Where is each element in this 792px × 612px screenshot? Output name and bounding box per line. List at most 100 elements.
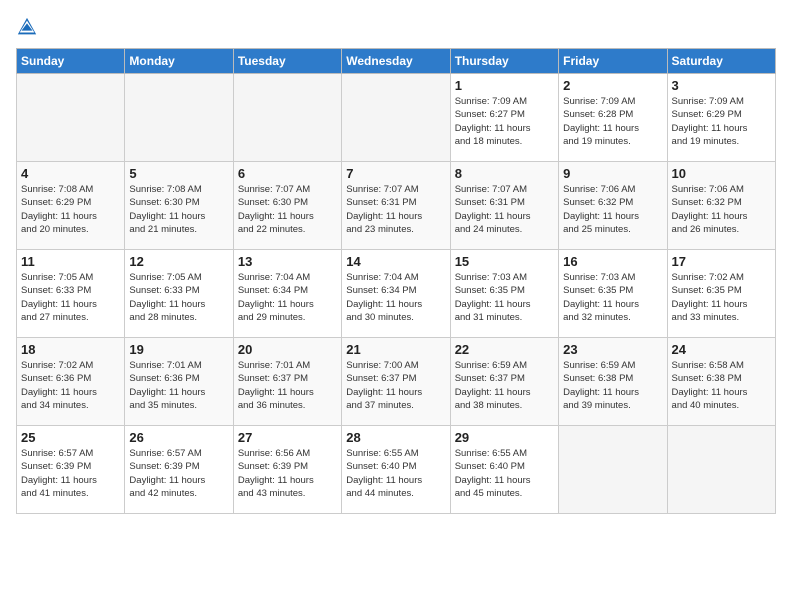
day-number: 9 [563,166,662,181]
col-header-sunday: Sunday [17,49,125,74]
calendar-cell: 27Sunrise: 6:56 AM Sunset: 6:39 PM Dayli… [233,426,341,514]
page-header [16,16,776,38]
col-header-friday: Friday [559,49,667,74]
calendar-cell: 13Sunrise: 7:04 AM Sunset: 6:34 PM Dayli… [233,250,341,338]
day-number: 2 [563,78,662,93]
day-number: 29 [455,430,554,445]
calendar-table: SundayMondayTuesdayWednesdayThursdayFrid… [16,48,776,514]
calendar-cell: 23 Sunrise: 6:59 AM Sunset: 6:38 PM Dayli… [559,338,667,426]
day-info: Sunrise: 6:57 AM Sunset: 6:39 PM Dayligh… [21,447,120,500]
calendar-cell: 28 Sunrise: 6:55 AM Sunset: 6:40 PM Dayli… [342,426,450,514]
day-number: 24 [672,342,771,357]
day-number: 12 [129,254,228,269]
day-number: 11 [21,254,120,269]
calendar-cell [125,74,233,162]
calendar-cell: 14 Sunrise: 7:04 AM Sunset: 6:34 PM Dayli… [342,250,450,338]
col-header-tuesday: Tuesday [233,49,341,74]
calendar-cell: 10Sunrise: 7:06 AM Sunset: 6:32 PM Dayli… [667,162,775,250]
calendar-cell: 11 Sunrise: 7:05 AM Sunset: 6:33 PM Dayli… [17,250,125,338]
day-info: Sunrise: 7:05 AM Sunset: 6:33 PM Dayligh… [129,271,228,324]
col-header-saturday: Saturday [667,49,775,74]
day-number: 3 [672,78,771,93]
calendar-cell: 12 Sunrise: 7:05 AM Sunset: 6:33 PM Dayli… [125,250,233,338]
calendar-cell [667,426,775,514]
day-number: 19 [129,342,228,357]
day-number: 7 [346,166,445,181]
calendar-cell: 1 Sunrise: 7:09 AM Sunset: 6:27 PM Daylig… [450,74,558,162]
calendar-cell: 22 Sunrise: 6:59 AM Sunset: 6:37 PM Dayli… [450,338,558,426]
calendar-cell: 17 Sunrise: 7:02 AM Sunset: 6:35 PM Dayli… [667,250,775,338]
calendar-cell: 20 Sunrise: 7:01 AM Sunset: 6:37 PM Dayli… [233,338,341,426]
calendar-cell: 3 Sunrise: 7:09 AM Sunset: 6:29 PM Daylig… [667,74,775,162]
col-header-thursday: Thursday [450,49,558,74]
calendar-cell: 16Sunrise: 7:03 AM Sunset: 6:35 PM Dayli… [559,250,667,338]
week-row-2: 4Sunrise: 7:08 AM Sunset: 6:29 PM Daylig… [17,162,776,250]
day-info: Sunrise: 6:59 AM Sunset: 6:37 PM Dayligh… [455,359,554,412]
day-info: Sunrise: 7:07 AM Sunset: 6:31 PM Dayligh… [346,183,445,236]
day-number: 10 [672,166,771,181]
calendar-cell: 6 Sunrise: 7:07 AM Sunset: 6:30 PM Daylig… [233,162,341,250]
calendar-cell: 7 Sunrise: 7:07 AM Sunset: 6:31 PM Daylig… [342,162,450,250]
day-number: 20 [238,342,337,357]
calendar-cell [559,426,667,514]
calendar-cell: 4Sunrise: 7:08 AM Sunset: 6:29 PM Daylig… [17,162,125,250]
day-info: Sunrise: 7:09 AM Sunset: 6:29 PM Dayligh… [672,95,771,148]
day-info: Sunrise: 7:05 AM Sunset: 6:33 PM Dayligh… [21,271,120,324]
day-info: Sunrise: 7:04 AM Sunset: 6:34 PM Dayligh… [346,271,445,324]
day-number: 23 [563,342,662,357]
day-info: Sunrise: 7:03 AM Sunset: 6:35 PM Dayligh… [563,271,662,324]
calendar-cell: 19 Sunrise: 7:01 AM Sunset: 6:36 PM Dayli… [125,338,233,426]
day-info: Sunrise: 7:04 AM Sunset: 6:34 PM Dayligh… [238,271,337,324]
day-number: 21 [346,342,445,357]
calendar-cell: 21 Sunrise: 7:00 AM Sunset: 6:37 PM Dayli… [342,338,450,426]
day-info: Sunrise: 7:01 AM Sunset: 6:36 PM Dayligh… [129,359,228,412]
calendar-cell [233,74,341,162]
day-info: Sunrise: 6:56 AM Sunset: 6:39 PM Dayligh… [238,447,337,500]
col-header-monday: Monday [125,49,233,74]
day-info: Sunrise: 6:57 AM Sunset: 6:39 PM Dayligh… [129,447,228,500]
day-info: Sunrise: 7:06 AM Sunset: 6:32 PM Dayligh… [563,183,662,236]
logo-icon [16,16,38,38]
day-info: Sunrise: 6:58 AM Sunset: 6:38 PM Dayligh… [672,359,771,412]
calendar-cell [17,74,125,162]
day-number: 5 [129,166,228,181]
day-info: Sunrise: 7:02 AM Sunset: 6:35 PM Dayligh… [672,271,771,324]
day-info: Sunrise: 7:07 AM Sunset: 6:30 PM Dayligh… [238,183,337,236]
calendar-cell: 8Sunrise: 7:07 AM Sunset: 6:31 PM Daylig… [450,162,558,250]
day-info: Sunrise: 7:09 AM Sunset: 6:28 PM Dayligh… [563,95,662,148]
day-number: 15 [455,254,554,269]
calendar-cell: 9 Sunrise: 7:06 AM Sunset: 6:32 PM Daylig… [559,162,667,250]
calendar-cell: 26 Sunrise: 6:57 AM Sunset: 6:39 PM Dayli… [125,426,233,514]
day-number: 18 [21,342,120,357]
day-info: Sunrise: 7:01 AM Sunset: 6:37 PM Dayligh… [238,359,337,412]
day-info: Sunrise: 6:55 AM Sunset: 6:40 PM Dayligh… [455,447,554,500]
logo [16,16,42,38]
day-info: Sunrise: 7:02 AM Sunset: 6:36 PM Dayligh… [21,359,120,412]
col-header-wednesday: Wednesday [342,49,450,74]
day-number: 22 [455,342,554,357]
day-info: Sunrise: 7:00 AM Sunset: 6:37 PM Dayligh… [346,359,445,412]
calendar-cell: 29 Sunrise: 6:55 AM Sunset: 6:40 PM Dayli… [450,426,558,514]
day-number: 6 [238,166,337,181]
calendar-cell: 5Sunrise: 7:08 AM Sunset: 6:30 PM Daylig… [125,162,233,250]
day-number: 14 [346,254,445,269]
day-number: 28 [346,430,445,445]
day-number: 17 [672,254,771,269]
day-number: 26 [129,430,228,445]
day-number: 8 [455,166,554,181]
day-info: Sunrise: 6:55 AM Sunset: 6:40 PM Dayligh… [346,447,445,500]
calendar-cell [342,74,450,162]
calendar-cell: 24 Sunrise: 6:58 AM Sunset: 6:38 PM Dayli… [667,338,775,426]
calendar-cell: 2 Sunrise: 7:09 AM Sunset: 6:28 PM Daylig… [559,74,667,162]
day-info: Sunrise: 7:09 AM Sunset: 6:27 PM Dayligh… [455,95,554,148]
day-number: 1 [455,78,554,93]
week-row-5: 25Sunrise: 6:57 AM Sunset: 6:39 PM Dayli… [17,426,776,514]
week-row-4: 18 Sunrise: 7:02 AM Sunset: 6:36 PM Dayli… [17,338,776,426]
day-info: Sunrise: 6:59 AM Sunset: 6:38 PM Dayligh… [563,359,662,412]
day-number: 4 [21,166,120,181]
week-row-1: 1 Sunrise: 7:09 AM Sunset: 6:27 PM Daylig… [17,74,776,162]
calendar-cell: 25Sunrise: 6:57 AM Sunset: 6:39 PM Dayli… [17,426,125,514]
week-row-3: 11 Sunrise: 7:05 AM Sunset: 6:33 PM Dayli… [17,250,776,338]
day-info: Sunrise: 7:03 AM Sunset: 6:35 PM Dayligh… [455,271,554,324]
calendar-cell: 15 Sunrise: 7:03 AM Sunset: 6:35 PM Dayli… [450,250,558,338]
